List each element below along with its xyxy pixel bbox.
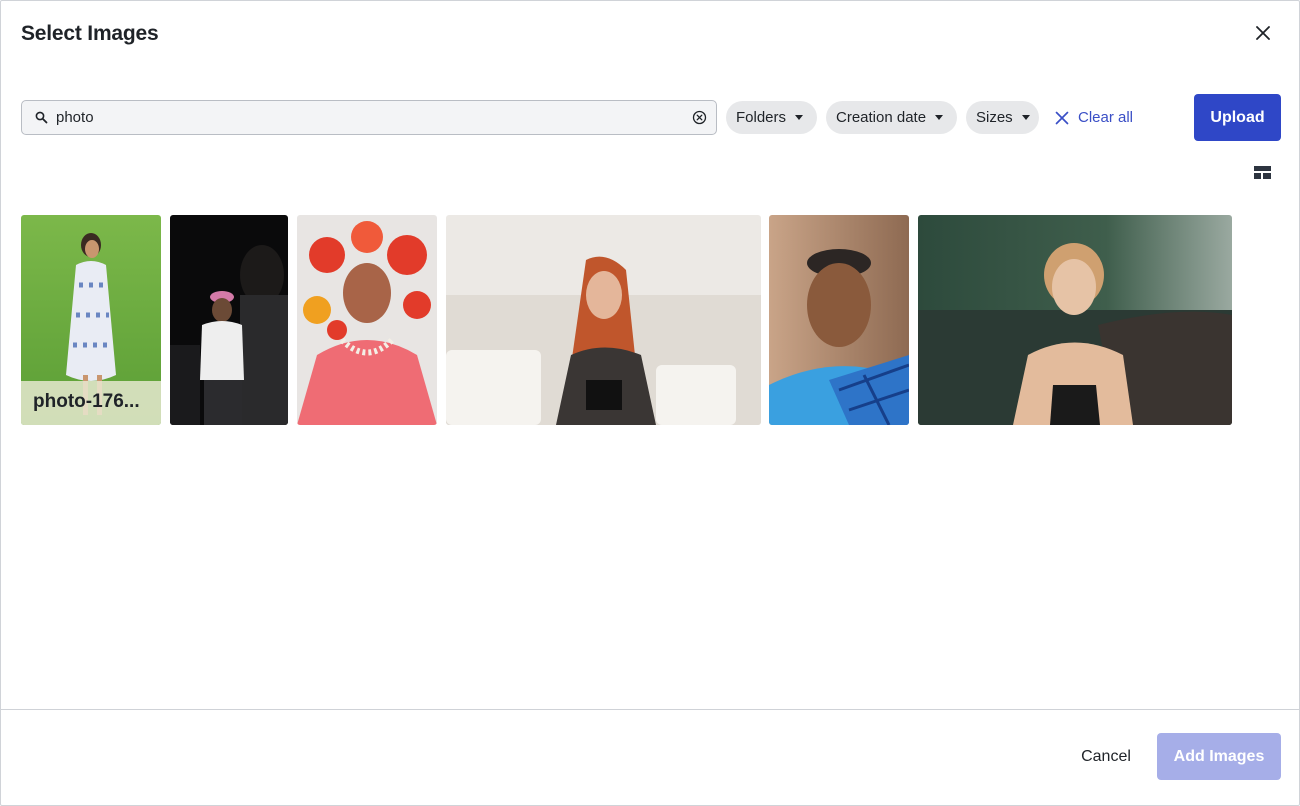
image-thumbnail[interactable] [170, 215, 288, 425]
image-photo [170, 215, 288, 425]
upload-button[interactable]: Upload [1194, 94, 1281, 141]
footer-divider [1, 709, 1300, 710]
dialog-title: Select Images [21, 22, 159, 45]
select-images-dialog: Select Images Folders Creation date [0, 0, 1300, 806]
search-input[interactable] [56, 101, 682, 134]
filter-creation-date[interactable]: Creation date [826, 101, 957, 134]
image-thumbnail[interactable]: photo-176... [21, 215, 161, 425]
search-box [21, 100, 717, 135]
close-button[interactable] [1249, 19, 1277, 47]
image-photo [297, 215, 437, 425]
caret-down-icon [935, 115, 944, 120]
cancel-button[interactable]: Cancel [1063, 734, 1149, 779]
clear-search-icon[interactable] [682, 101, 716, 134]
image-caption: photo-176... [21, 381, 161, 425]
caret-down-icon [795, 115, 804, 120]
x-icon [1055, 111, 1069, 125]
layout-grid-icon [1253, 165, 1271, 179]
filter-folders[interactable]: Folders [726, 101, 817, 134]
image-thumbnail[interactable] [446, 215, 761, 425]
image-photo [769, 215, 909, 425]
filter-folders-label: Folders [736, 109, 787, 126]
add-images-button[interactable]: Add Images [1157, 733, 1281, 780]
clear-all-button[interactable]: Clear all [1055, 101, 1133, 134]
image-thumbnail[interactable] [297, 215, 437, 425]
image-thumbnail[interactable] [918, 215, 1232, 425]
search-icon [26, 101, 56, 134]
filter-sizes-label: Sizes [976, 109, 1013, 126]
image-photo [918, 215, 1232, 425]
layout-toggle-button[interactable] [1250, 160, 1274, 184]
image-photo [446, 215, 761, 425]
filter-creation-date-label: Creation date [836, 109, 927, 126]
caret-down-icon [1021, 115, 1030, 120]
clear-all-label: Clear all [1078, 109, 1134, 126]
close-icon [1256, 26, 1270, 40]
image-thumbnail[interactable] [769, 215, 909, 425]
filter-sizes[interactable]: Sizes [966, 101, 1039, 134]
